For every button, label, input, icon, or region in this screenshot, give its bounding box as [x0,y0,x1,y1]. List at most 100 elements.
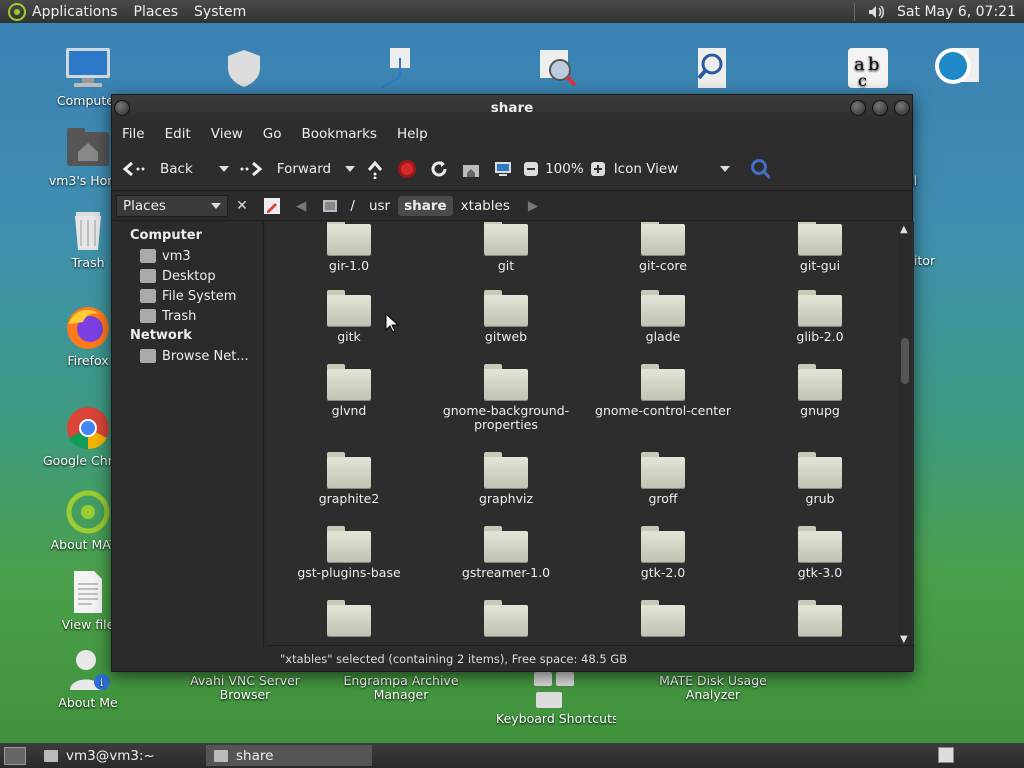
path-scroll-left-icon[interactable]: ◀ [296,198,306,214]
task-share[interactable]: share [206,745,372,766]
view-mode-dropdown-icon [720,165,731,172]
minimize-button[interactable] [850,100,866,116]
folder-item[interactable]: gir-1.0 [274,222,424,273]
forward-button[interactable]: Forward [239,159,356,179]
window-menu-button[interactable] [114,100,130,116]
scroll-down-icon[interactable]: ▼ [900,634,908,645]
sidebar-item-file-system[interactable]: File System [112,286,263,306]
folder-item[interactable]: groff [588,452,738,506]
zoom-level[interactable]: 100% [545,161,584,177]
desktop-icon-shield[interactable] [199,44,289,94]
folder-item[interactable]: gitk [274,290,424,344]
folder-item[interactable]: graphviz [431,452,581,506]
workspace-switcher[interactable] [938,747,954,763]
menu-system[interactable]: System [194,4,246,20]
view-mode-combo[interactable]: Icon View [614,161,731,177]
desktop-icon-search[interactable] [667,44,757,94]
filesystem-root-icon[interactable] [320,196,340,216]
close-button[interactable] [894,100,910,116]
task-terminal[interactable]: vm3@vm3:~ [36,745,202,766]
mate-menu-icon[interactable] [8,2,26,21]
back-button[interactable]: Back [122,159,229,179]
desktop-icon-disk-usage[interactable]: MATE Disk Usage Analyzer [643,674,783,702]
folder-item[interactable] [745,600,895,640]
desktop-icon-engrampa[interactable]: Engrampa Archive Manager [341,674,461,702]
sidebar-item-browse-network[interactable]: Browse Net... [112,346,263,366]
edit-location-icon[interactable] [262,196,282,216]
menu-go[interactable]: Go [263,126,282,142]
back-history-dropdown-icon[interactable] [218,165,229,172]
volume-icon[interactable] [867,3,885,21]
folder-item[interactable]: gtk-3.0 [745,526,895,580]
up-icon[interactable] [365,159,385,179]
menu-help[interactable]: Help [397,126,428,142]
folder-item[interactable]: gnupg [745,364,895,418]
home-icon[interactable] [461,159,481,179]
desktop-icon-avahi[interactable]: Avahi VNC Server Browser [185,674,305,702]
stop-icon[interactable] [397,159,417,179]
desktop-icon-image-viewer[interactable] [511,44,601,94]
folder-icon [327,364,371,400]
folder-item[interactable]: gstreamer-1.0 [431,526,581,580]
folder-item[interactable]: glvnd [274,364,424,418]
menu-bookmarks[interactable]: Bookmarks [302,126,377,142]
forward-history-dropdown-icon[interactable] [345,165,356,172]
maximize-button[interactable] [872,100,888,116]
folder-item[interactable]: glade [588,290,738,344]
folder-item[interactable]: gst-plugins-base [274,526,424,580]
close-sidebar-icon[interactable]: ✕ [232,196,252,216]
folder-item[interactable]: gitweb [431,290,581,344]
menu-places[interactable]: Places [134,4,179,20]
folder-icon [798,364,842,400]
desktop-icon-overlapping[interactable] [912,44,1002,94]
folder-item[interactable]: grub [745,452,895,506]
folder-item[interactable]: gnome-background-properties [431,364,581,432]
folder-icon [641,222,685,255]
folder-icon [641,290,685,326]
folder-icon [484,600,528,636]
reload-icon[interactable] [429,159,449,179]
sidebar-item-vm3[interactable]: vm3 [112,246,263,266]
folder-label: gtk-3.0 [797,565,843,580]
zoom-in-icon[interactable] [588,159,608,179]
path-scroll-right-icon[interactable]: ▶ [528,198,538,214]
clock[interactable]: Sat May 6, 07:21 [897,4,1016,20]
folder-label: git-gui [799,258,841,273]
desktop-icon-fonts[interactable]: abc [823,44,913,94]
menu-edit[interactable]: Edit [165,126,191,142]
folder-item[interactable]: gtk-2.0 [588,526,738,580]
sidebar-places-combo[interactable]: Places [116,194,228,217]
desktop-icon-network[interactable] [355,44,445,94]
menu-view[interactable]: View [211,126,243,142]
search-icon[interactable] [750,158,771,179]
folder-item[interactable] [588,600,738,640]
sidebar-item-desktop[interactable]: Desktop [112,266,263,286]
window-titlebar[interactable]: share [112,95,912,121]
folder-item[interactable]: git-gui [745,222,895,273]
scrollbar-thumb[interactable] [901,338,909,384]
folder-item[interactable]: graphite2 [274,452,424,506]
menu-applications[interactable]: Applications [32,4,118,20]
crumb-share[interactable]: share [398,195,453,216]
crumb-xtables[interactable]: xtables [455,196,516,216]
show-desktop-icon[interactable] [4,746,26,765]
computer-icon[interactable] [493,159,513,179]
folder-item[interactable]: git [431,222,581,273]
crumb-root[interactable]: / [344,196,361,216]
folder-item[interactable] [431,600,581,640]
scroll-up-icon[interactable]: ▲ [900,224,908,235]
folder-item[interactable] [274,600,424,640]
folder-icon [214,749,228,762]
zoom-out-icon[interactable] [521,159,541,179]
menu-file[interactable]: File [122,126,145,142]
folder-label: gtk-2.0 [640,565,686,580]
folder-item[interactable]: glib-2.0 [745,290,895,344]
back-arrow-icon [122,161,145,176]
folder-item[interactable]: git-core [588,222,738,273]
folder-label: gitk [337,329,361,344]
vertical-scrollbar[interactable]: ▲ ▼ [898,222,912,647]
desktop-icon-keyboard-shortcuts[interactable]: Keyboard Shortcuts [496,670,616,726]
sidebar-item-trash[interactable]: Trash [112,306,263,326]
folder-item[interactable]: gnome-control-center [588,364,738,418]
crumb-usr[interactable]: usr [363,196,396,216]
